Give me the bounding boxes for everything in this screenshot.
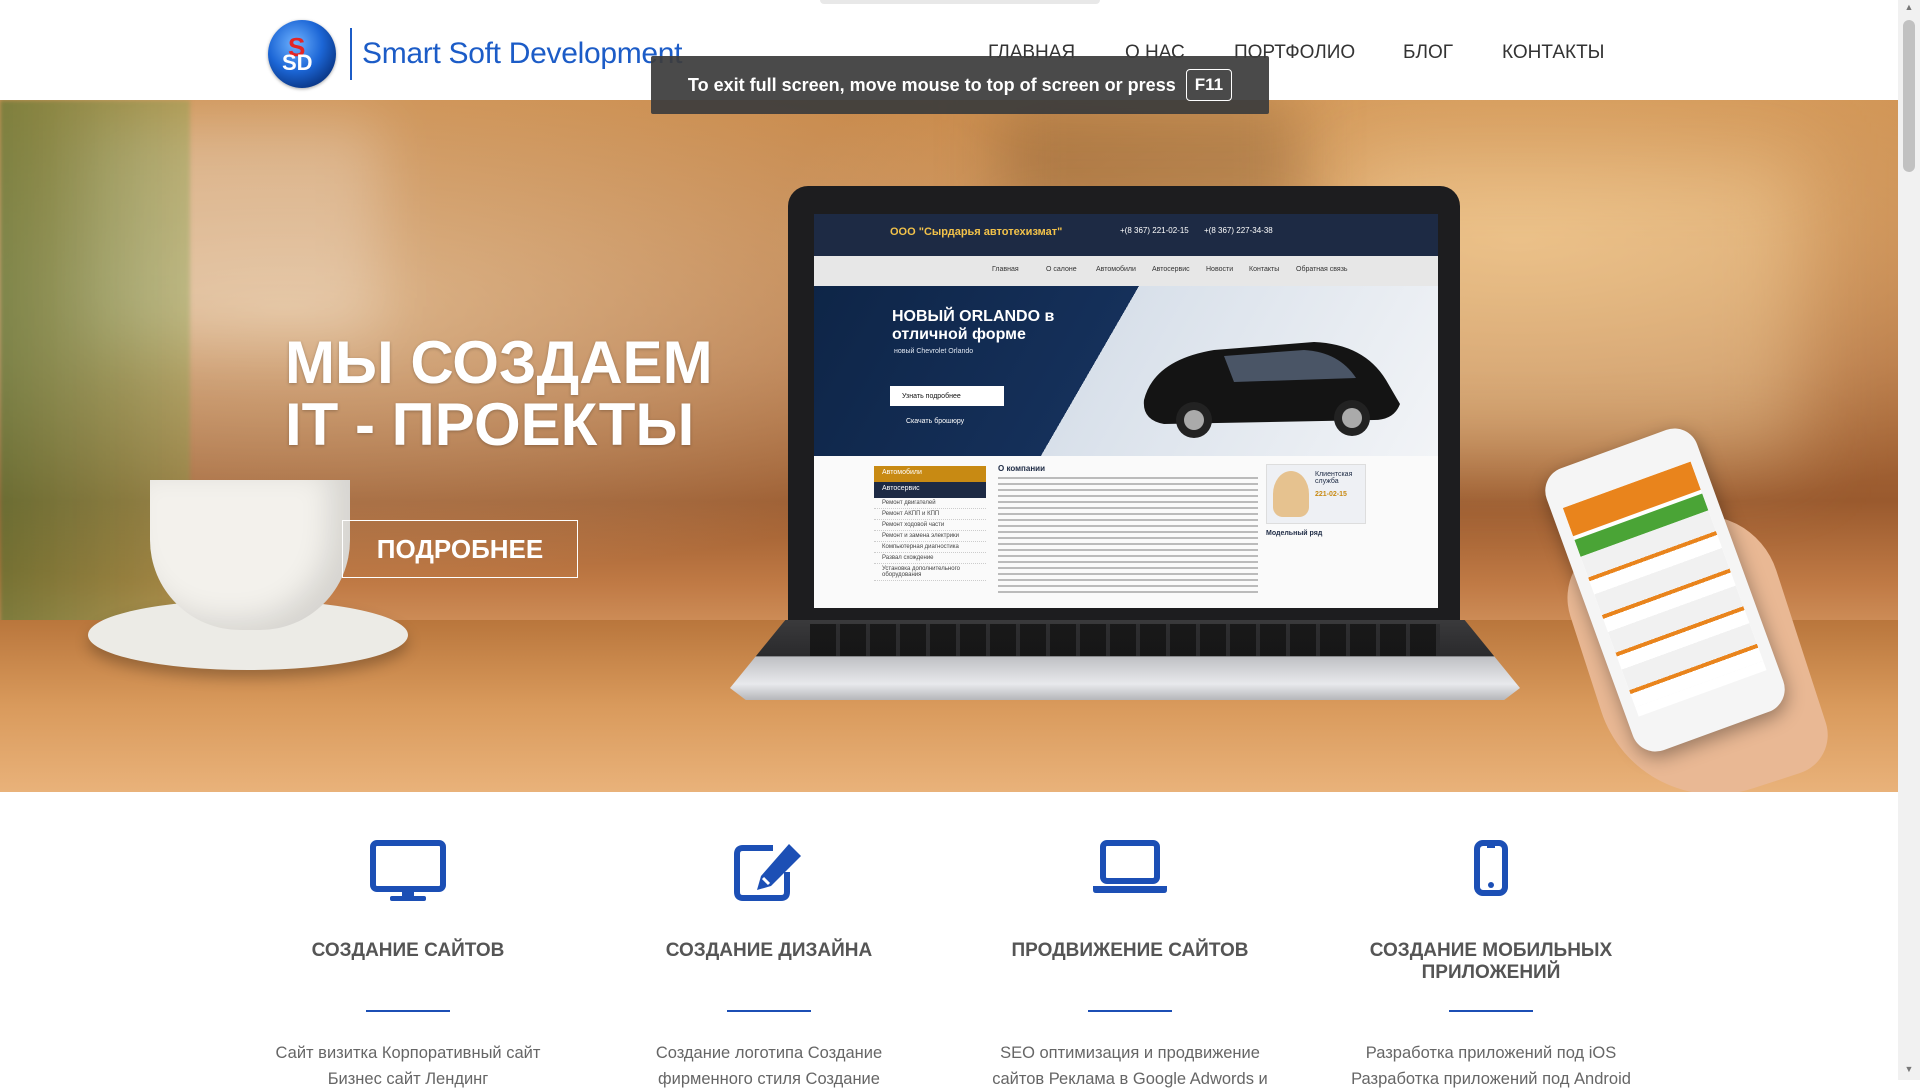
nav-blog[interactable]: БЛОГ [1403, 42, 1453, 64]
site-logo[interactable]: S SD Smart Soft Development [268, 20, 683, 88]
monitor-icon [370, 840, 446, 907]
service-divider [366, 1010, 450, 1012]
laptop-keyboard [810, 624, 1440, 656]
support-operator-image [1273, 471, 1309, 517]
laptop-icon [1091, 840, 1169, 899]
scroll-up-arrow-icon[interactable]: ▲ [1903, 2, 1915, 14]
service-divider [1449, 1010, 1533, 1012]
logo-text: Smart Soft Development [362, 37, 683, 70]
hero-banner: МЫ СОЗДАЕМ IT - ПРОЕКТЫ ПОДРОБНЕЕ ООО "С… [0, 100, 1898, 792]
services-section: СОЗДАНИЕ САЙТОВ Сайт визитка Корпоративн… [0, 792, 1898, 1088]
service-title: СОЗДАНИЕ САЙТОВ [311, 940, 505, 961]
mobile-icon [1474, 840, 1508, 901]
car-image [1143, 342, 1400, 438]
fullscreen-exit-peek[interactable] [820, 0, 1100, 4]
logo-divider [350, 28, 352, 80]
service-description: Сайт визитка Корпоративный сайт Бизнес с… [275, 1044, 541, 1088]
service-divider [1088, 1010, 1172, 1012]
service-description: SEO оптимизация и продвижение сайтов Рек… [992, 1044, 1268, 1088]
more-button[interactable]: ПОДРОБНЕЕ [342, 520, 578, 578]
f11-key-badge: F11 [1185, 69, 1233, 101]
service-title: СОЗДАНИЕ МОБИЛЬНЫХ ПРИЛОЖЕНИЙ [1369, 940, 1613, 983]
edit-icon [733, 840, 805, 907]
service-title: ПРОДВИЖЕНИЕ САЙТОВ [1011, 940, 1249, 961]
logo-emblem-icon: S SD [268, 20, 336, 88]
vertical-scrollbar[interactable]: ▲ ▼ [1898, 0, 1920, 1080]
service-description: Разработка приложений под iOS Разработка… [1351, 1044, 1631, 1088]
service-title: СОЗДАНИЕ ДИЗАЙНА [665, 940, 873, 961]
scrollbar-thumb[interactable] [1903, 20, 1915, 172]
scroll-down-arrow-icon[interactable]: ▼ [1903, 1064, 1915, 1076]
hero-title: МЫ СОЗДАЕМ IT - ПРОЕКТЫ [285, 329, 713, 458]
service-divider [727, 1010, 811, 1012]
service-description: Создание логотипа Создание фирменного ст… [655, 1044, 883, 1088]
fullscreen-notice: To exit full screen, move mouse to top o… [651, 56, 1269, 114]
laptop-screen-mockup: ООО "Сырдарья автотехизмат" +(8 367) 221… [814, 214, 1438, 608]
nav-contacts[interactable]: КОНТАКТЫ [1502, 42, 1605, 64]
